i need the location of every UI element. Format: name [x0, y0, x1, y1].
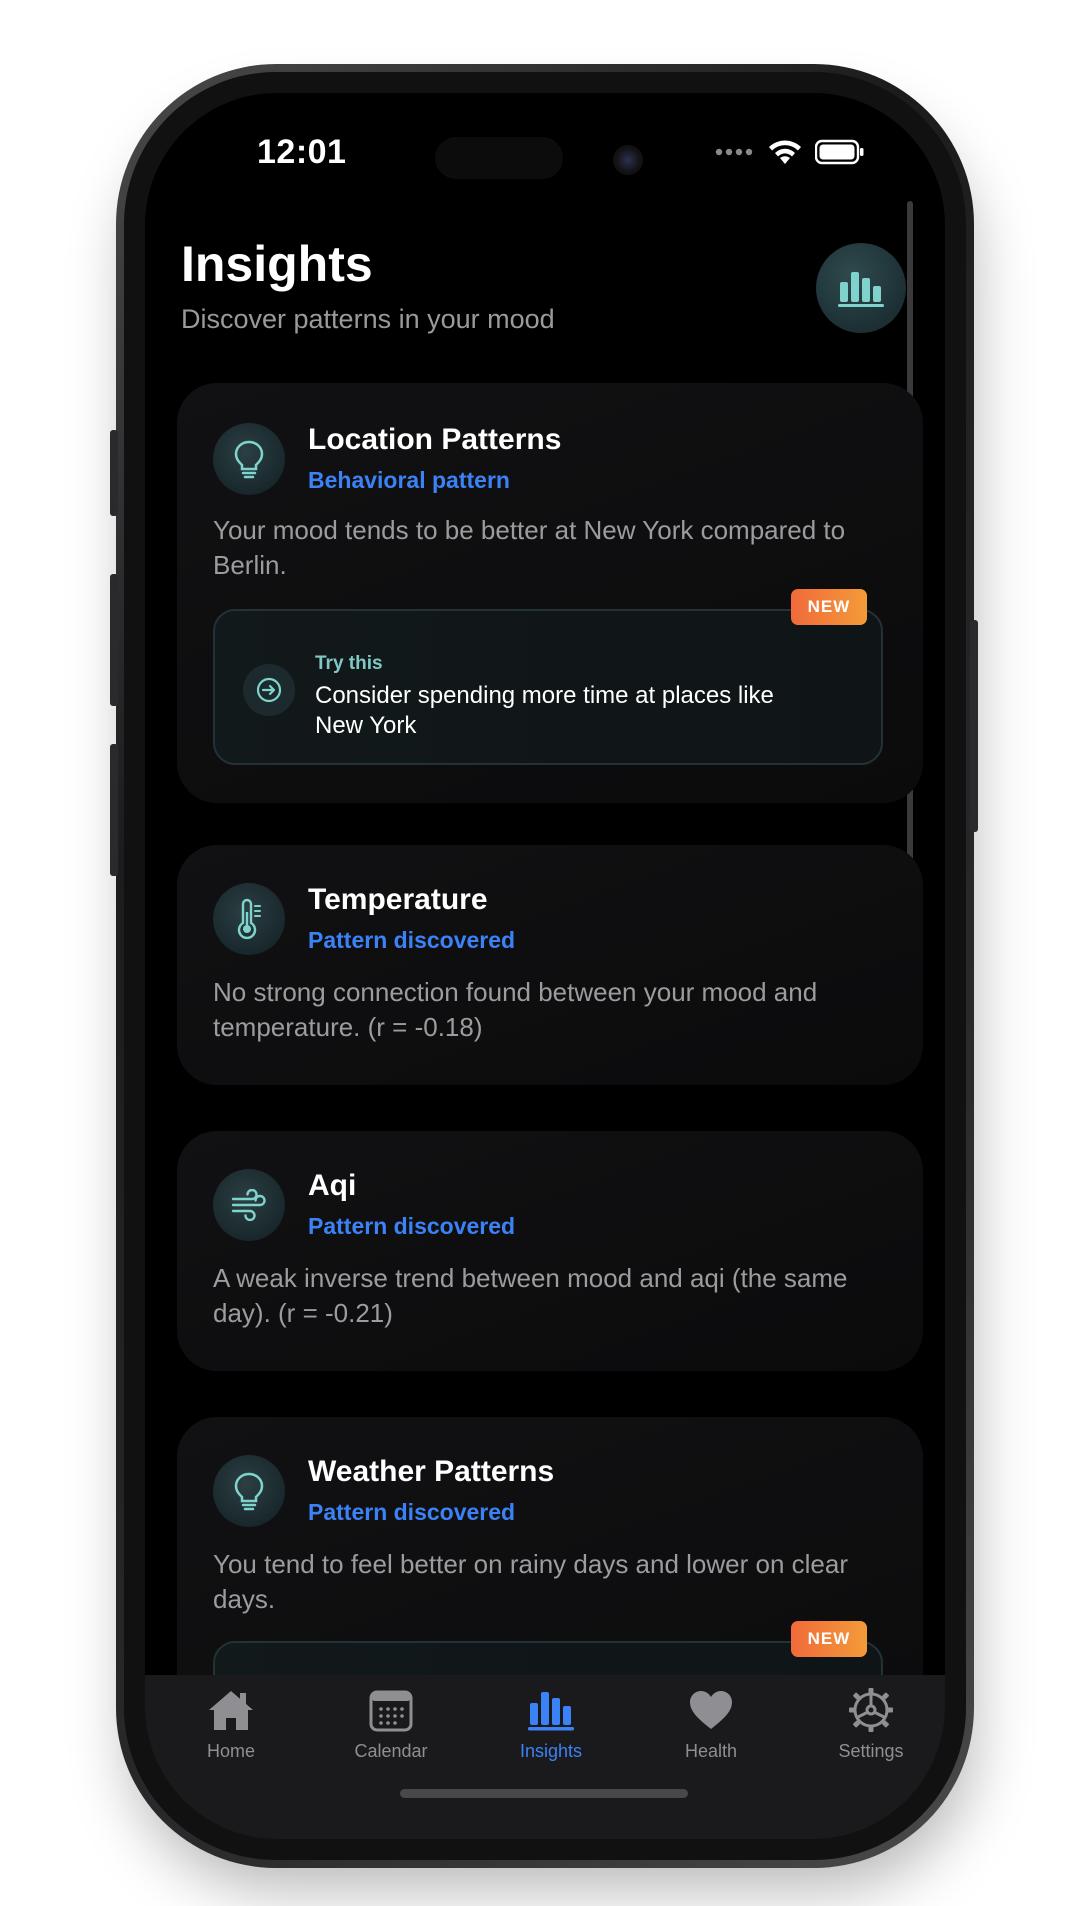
power-button [970, 620, 978, 832]
new-badge: NEW [791, 1621, 867, 1657]
thermometer-icon [237, 898, 261, 940]
card-description: Your mood tends to be better at New York… [213, 515, 846, 580]
tab-label: Calendar [354, 1741, 428, 1761]
tab-icon-wrap [368, 1683, 414, 1737]
tab-bar: Home Calendar Insights Health Settings [145, 1675, 945, 1839]
battery-icon [815, 139, 864, 165]
card-description: A weak inverse trend between mood and aq… [213, 1263, 848, 1328]
tab-settings[interactable]: Settings [801, 1683, 941, 1773]
tab-label: Home [206, 1741, 255, 1761]
tab-health[interactable]: Health [641, 1683, 781, 1773]
suggestion-box[interactable]: Try this Consider spending more time at … [213, 609, 883, 765]
camera-icon [613, 145, 643, 175]
tab-insights[interactable]: Insights [481, 1683, 621, 1773]
tab-calendar[interactable]: Calendar [321, 1683, 461, 1773]
card-tag: Pattern discovered [308, 927, 516, 953]
card-title: Weather Patterns [308, 1455, 555, 1488]
card-icon-container [213, 423, 285, 495]
status-time: 12:01 [257, 133, 347, 171]
wifi-icon [769, 140, 801, 164]
tab-icon-wrap [526, 1683, 576, 1737]
screen: 12:01 Insights Discover patterns in your… [145, 93, 945, 1839]
status-icons [715, 135, 865, 169]
gear-icon [849, 1688, 893, 1732]
page-subtitle: Discover patterns in your mood [181, 304, 555, 334]
card-icon-container [213, 883, 285, 955]
cellular-dots-icon [715, 148, 753, 156]
wind-icon [231, 1189, 266, 1221]
heart-icon [690, 1691, 732, 1729]
card-icon-container [213, 1169, 285, 1241]
insight-card-location[interactable]: Location Patterns Behavioral pattern You… [177, 383, 923, 803]
page-title: Insights [181, 236, 373, 292]
tip-icon-container [243, 664, 295, 716]
home-indicator[interactable] [400, 1789, 688, 1798]
tab-icon-wrap [687, 1683, 735, 1737]
tip-label: Try this [315, 653, 383, 674]
action-button [110, 430, 118, 516]
bar-chart-icon [528, 1692, 574, 1731]
volume-up-button [110, 574, 118, 706]
card-description: You tend to feel better on rainy days an… [213, 1549, 849, 1614]
card-title: Temperature [308, 883, 488, 916]
tab-label: Health [684, 1741, 738, 1761]
card-title: Location Patterns [308, 423, 562, 456]
tab-label: Insights [519, 1741, 583, 1761]
card-title: Aqi [308, 1169, 357, 1202]
tab-icon-wrap [206, 1683, 256, 1737]
card-tag: Pattern discovered [308, 1499, 516, 1525]
home-icon [209, 1691, 253, 1730]
insight-card-aqi[interactable]: Aqi Pattern discovered A weak inverse tr… [177, 1131, 923, 1371]
tab-icon-wrap [847, 1683, 895, 1737]
insights-chart-button[interactable] [816, 243, 906, 333]
volume-down-button [110, 744, 118, 876]
card-icon-container [213, 1455, 285, 1527]
card-description: No strong connection found between your … [213, 977, 818, 1042]
tab-home[interactable]: Home [161, 1683, 301, 1773]
bar-chart-icon [838, 272, 884, 307]
new-badge: NEW [791, 589, 867, 625]
arrow-circle-icon [256, 677, 282, 703]
card-tag: Behavioral pattern [308, 467, 510, 493]
lightbulb-icon [234, 440, 264, 479]
tip-text: Consider spending more time at places li… [315, 682, 774, 739]
calendar-icon [369, 1690, 413, 1732]
card-tag: Pattern discovered [308, 1213, 516, 1239]
lightbulb-icon [234, 1472, 264, 1511]
insight-card-temperature[interactable]: Temperature Pattern discovered No strong… [177, 845, 923, 1085]
dynamic-island [435, 137, 563, 179]
tab-label: Settings [838, 1741, 904, 1761]
